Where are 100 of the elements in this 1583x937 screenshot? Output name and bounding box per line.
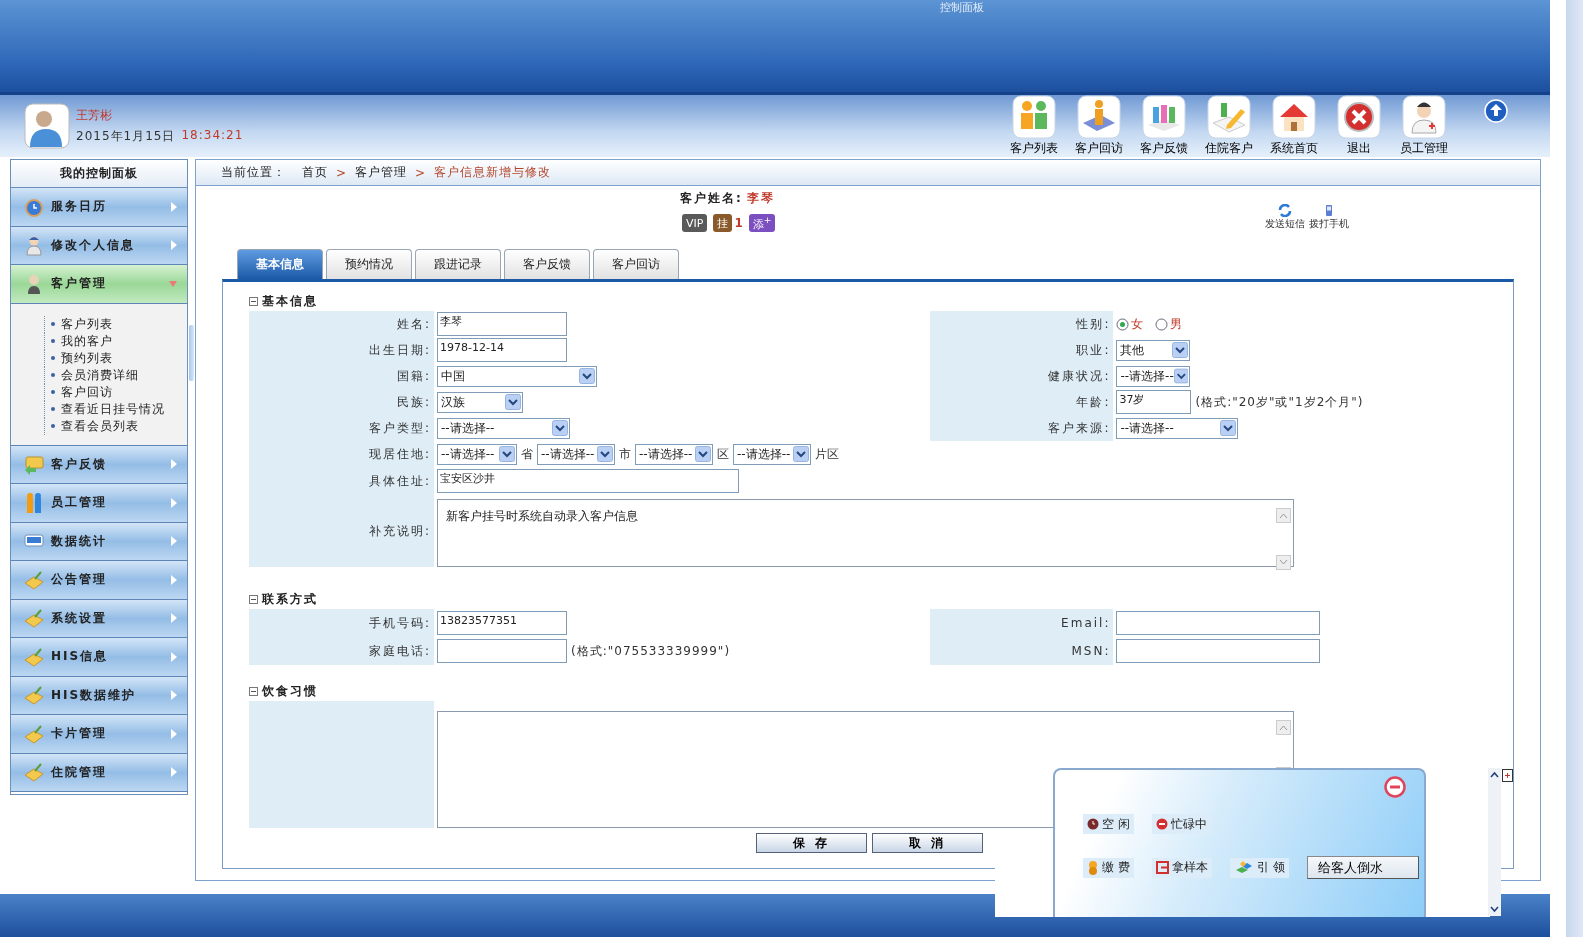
breadcrumb-link[interactable]: 客户信息新增与修改 xyxy=(434,164,552,181)
register-badge[interactable]: 挂 xyxy=(713,214,733,232)
sidebar-item[interactable]: HIS信息 xyxy=(11,638,187,677)
save-button[interactable]: 保 存 xyxy=(756,833,867,853)
tab[interactable]: 客户回访 xyxy=(593,249,679,279)
text-field[interactable]: 13823577351 xyxy=(437,611,567,635)
breadcrumb-link[interactable]: 首页 xyxy=(302,164,328,181)
select-field[interactable]: --请选择-- xyxy=(437,443,517,465)
radio-button[interactable] xyxy=(1155,317,1169,331)
sidebar-item[interactable]: 住院管理 xyxy=(11,753,187,792)
time-text: 18:34:21 xyxy=(181,128,244,144)
text-field[interactable]: 宝安区沙井 xyxy=(437,469,739,493)
task-button[interactable]: 引 领 xyxy=(1229,857,1289,878)
radio-option[interactable]: 男 xyxy=(1155,315,1183,333)
select-field[interactable]: --请选择-- xyxy=(1116,365,1191,387)
action-link[interactable]: 发送短信 xyxy=(1265,204,1305,249)
field-label: 民族: xyxy=(249,389,434,415)
arrow-up-icon[interactable] xyxy=(1484,99,1508,123)
select-field[interactable]: --请选择-- xyxy=(733,443,811,465)
toolbar-button[interactable]: 客户列表 xyxy=(1001,95,1066,157)
unit-label: 片区 xyxy=(815,445,839,463)
submenu-link[interactable]: 预约列表 xyxy=(44,349,187,367)
close-icon[interactable] xyxy=(1384,776,1406,798)
expand-icon[interactable] xyxy=(1502,769,1513,782)
tab[interactable]: 跟进记录 xyxy=(415,249,501,279)
sidebar-item[interactable]: 客户反馈 xyxy=(11,445,187,484)
sidebar-item[interactable]: 服务日历 xyxy=(11,188,187,227)
submenu-link[interactable]: 查看近日挂号情况 xyxy=(44,400,187,418)
text-field[interactable] xyxy=(437,639,567,663)
person-icon xyxy=(23,234,45,257)
pencil-note-icon xyxy=(1206,95,1251,139)
money-icon xyxy=(23,453,45,476)
scrollbar[interactable] xyxy=(1488,768,1501,916)
add-badge[interactable]: 添$^{+}$ xyxy=(748,214,776,232)
sidebar-item[interactable]: HIS数据维护 xyxy=(11,676,187,715)
select-field[interactable]: 中国 xyxy=(437,365,597,387)
tab[interactable]: 基本信息 xyxy=(237,249,323,279)
toolbar-button[interactable]: 系统首页 xyxy=(1261,95,1326,157)
radio-option[interactable]: 女 xyxy=(1116,315,1144,333)
sidebar-item[interactable]: 员工管理 xyxy=(11,484,187,523)
field-label: 健康状况: xyxy=(930,363,1114,389)
user-name: 王芳彬 xyxy=(76,107,113,124)
submenu-link[interactable]: 我的客户 xyxy=(44,332,187,350)
toolbar-button[interactable]: 客户回访 xyxy=(1066,95,1131,157)
status-button[interactable]: 忙碌中 xyxy=(1151,814,1211,834)
scrollbar[interactable] xyxy=(1276,508,1291,570)
mobile-phone-icon xyxy=(1324,204,1334,217)
select-field[interactable]: --请选择-- xyxy=(437,417,570,439)
task-button[interactable]: 给客人倒水 xyxy=(1306,856,1419,879)
chevron-down-icon xyxy=(1172,342,1189,358)
submenu-link[interactable]: 查看会员列表 xyxy=(44,417,187,435)
breadcrumb-link[interactable]: 客户管理 xyxy=(355,164,408,181)
sidebar-item[interactable]: 客户管理 xyxy=(11,265,187,304)
sidebar-item[interactable]: 卡片管理 xyxy=(11,715,187,754)
text-field[interactable]: 李琴 xyxy=(437,312,567,336)
toolbar-button[interactable]: 员工管理 xyxy=(1391,95,1456,157)
select-field[interactable]: --请选择-- xyxy=(537,443,615,465)
field-label: 手机号码: xyxy=(249,609,434,637)
unit-label: 区 xyxy=(717,445,729,463)
sidebar-item[interactable]: 系统设置 xyxy=(11,599,187,638)
text-field[interactable]: 37岁 xyxy=(1116,390,1192,414)
splitter-handle[interactable] xyxy=(189,325,194,381)
submenu-link[interactable]: 客户列表 xyxy=(44,315,187,333)
house-icon xyxy=(1271,95,1316,139)
remarks-field[interactable]: 新客户挂号时系统自动录入客户信息 xyxy=(437,499,1294,567)
section-title: 基本信息 xyxy=(262,292,318,310)
select-field[interactable]: --请选择-- xyxy=(635,443,713,465)
submenu-link[interactable]: 会员消费详细 xyxy=(44,366,187,384)
toolbar-button[interactable]: 客户反馈 xyxy=(1131,95,1196,157)
no-entry-icon xyxy=(1155,818,1168,830)
task-button[interactable]: 缴 费 xyxy=(1083,857,1134,878)
toolbar-button[interactable]: 住院客户 xyxy=(1196,95,1261,157)
chevron-down-icon xyxy=(552,420,568,436)
caret-right-icon xyxy=(171,613,177,624)
status-button[interactable]: 空 闲 xyxy=(1083,814,1134,834)
sidebar-item[interactable]: 数据统计 xyxy=(11,522,187,561)
section-title: 联系方式 xyxy=(262,590,318,608)
field-label: 补充说明: xyxy=(249,495,434,567)
text-field[interactable]: 1978-12-14 xyxy=(437,338,567,362)
text-field[interactable] xyxy=(1116,611,1321,635)
sidebar-item[interactable]: 修改个人信息 xyxy=(11,226,187,265)
caret-right-icon xyxy=(171,767,177,778)
text-field[interactable] xyxy=(1116,639,1321,663)
collapse-icon xyxy=(249,594,258,604)
select-field[interactable]: --请选择-- xyxy=(1116,417,1239,439)
select-field[interactable]: 其他 xyxy=(1116,339,1191,361)
field-label: 客户来源: xyxy=(930,415,1114,441)
sidebar-item[interactable]: 公告管理 xyxy=(11,561,187,600)
submenu-link[interactable]: 客户回访 xyxy=(44,383,187,401)
toolbar-button[interactable]: 退出 xyxy=(1326,95,1391,157)
note-icon xyxy=(23,761,45,784)
radio-button[interactable] xyxy=(1116,317,1130,331)
action-link[interactable]: 拨打手机 xyxy=(1309,204,1349,249)
task-button[interactable]: 拿样本 xyxy=(1151,857,1212,878)
tab[interactable]: 预约情况 xyxy=(326,249,412,279)
select-field[interactable]: 汉族 xyxy=(437,391,523,413)
tab[interactable]: 客户反馈 xyxy=(504,249,590,279)
book-person-icon xyxy=(1076,95,1121,139)
cancel-button[interactable]: 取 消 xyxy=(872,833,983,853)
caret-right-icon xyxy=(171,497,177,508)
